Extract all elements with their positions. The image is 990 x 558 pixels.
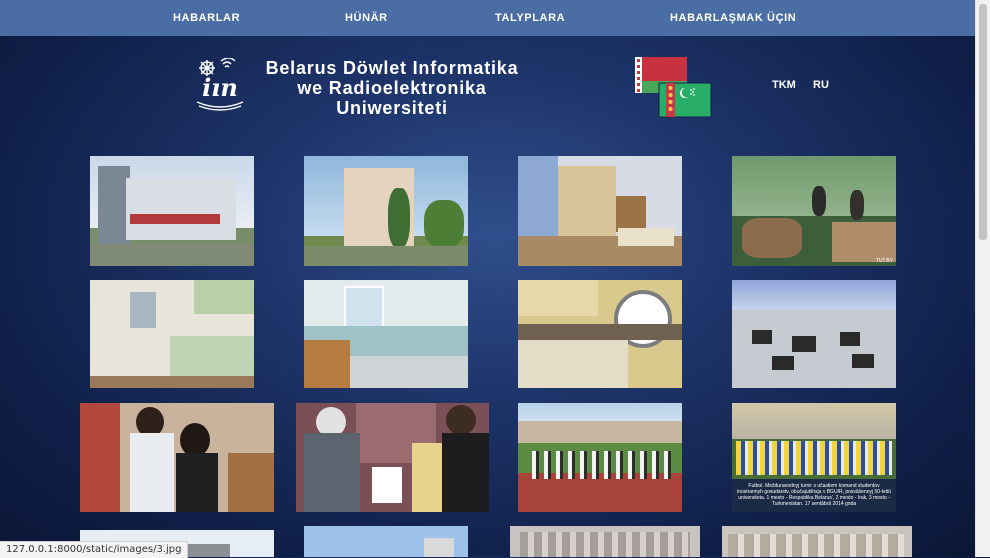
photo-row4-2[interactable] (304, 526, 468, 557)
photo-dining-hall[interactable] (732, 280, 896, 388)
top-navigation: HABARLAR HÜNÄR TALYPLARA HABARLAŞMAK ÜÇI… (0, 0, 976, 36)
photo-football-team[interactable]: Futbol. Meždunarodnyj turnir s učastiem … (732, 403, 896, 512)
photo-washroom[interactable] (304, 280, 468, 388)
title-line-3: Uniwersiteti (336, 98, 448, 118)
lang-tkm-link[interactable]: TKM (772, 79, 796, 91)
vertical-scrollbar[interactable] (975, 0, 990, 557)
lang-ru-link[interactable]: RU (813, 79, 829, 91)
photo-row4-3[interactable] (510, 526, 700, 557)
photo-meeting-gift[interactable] (296, 403, 489, 512)
browser-status-url: 127.0.0.1:8000/static/images/3.jpg (0, 541, 189, 558)
photo-kitchen-green[interactable] (90, 280, 254, 388)
watermark-text: TUT.BY (875, 258, 893, 264)
photo-couple-in-room[interactable] (80, 403, 274, 512)
photo-dormitory-building[interactable] (304, 156, 468, 266)
photo-sports-field[interactable] (518, 403, 682, 512)
university-title: Belarus Döwlet Informatika we Radioelekt… (252, 58, 532, 118)
belarus-turkmenistan-flags-icon (635, 57, 713, 119)
title-line-1: Belarus Döwlet Informatika (265, 58, 519, 78)
photo-dorm-room-empty[interactable] (518, 156, 682, 266)
photo-students-in-room[interactable]: TUT.BY (732, 156, 896, 266)
nav-item-contact[interactable]: HABARLAŞMAK ÜÇIN (670, 0, 796, 36)
nav-item-students[interactable]: TALYPLARA (495, 0, 565, 36)
nav-item-specialty[interactable]: HÜNÄR (345, 0, 388, 36)
photo-kitchen-yellow[interactable] (518, 280, 682, 388)
photo-row4-4[interactable] (722, 526, 912, 557)
football-caption: Futbol. Meždunarodnyj turnir s učastiem … (737, 483, 891, 507)
university-logo-icon[interactable]: iın (195, 57, 245, 112)
nav-item-news[interactable]: HABARLAR (173, 0, 240, 36)
photo-university-campus[interactable] (90, 156, 254, 266)
svg-text:iın: iın (202, 73, 238, 102)
scrollbar-thumb[interactable] (979, 4, 987, 240)
title-line-2: we Radioelektronika (297, 78, 487, 98)
